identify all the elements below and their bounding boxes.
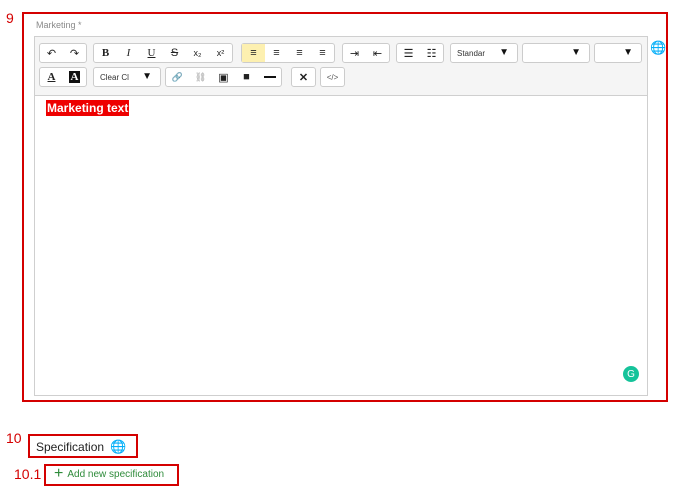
- underline-button[interactable]: U: [140, 44, 163, 62]
- horizontal-line-button[interactable]: [258, 68, 281, 86]
- bullet-list-button[interactable]: ☰: [397, 44, 420, 62]
- remove-format-button[interactable]: ✕: [292, 68, 315, 86]
- chevron-down-icon: ▼: [571, 47, 581, 58]
- code-icon: </>: [326, 72, 339, 82]
- font-color-button[interactable]: A: [40, 68, 63, 86]
- link-icon: 🔗: [171, 71, 184, 82]
- specification-section: Specification 🌐: [36, 439, 127, 455]
- insert-group: 🔗 ⛓ ▣ ■: [165, 67, 282, 87]
- indent-button[interactable]: ⇥: [343, 44, 366, 62]
- superscript-button[interactable]: x²: [209, 44, 232, 62]
- redo-button[interactable]: ↷: [63, 44, 86, 62]
- paragraph-style-select[interactable]: Standar ▼: [450, 43, 518, 63]
- history-group: ↶ ↷: [39, 43, 87, 63]
- subscript-icon: x₂: [193, 48, 202, 58]
- background-color-button[interactable]: A: [63, 68, 86, 86]
- align-left-icon: ≡: [250, 47, 257, 59]
- bold-button[interactable]: B: [94, 44, 117, 62]
- align-right-button[interactable]: ≡: [288, 44, 311, 62]
- image-icon: ▣: [218, 71, 229, 84]
- specification-label: Specification: [36, 440, 105, 454]
- video-icon: ■: [243, 71, 250, 83]
- chevron-down-icon: ▼: [142, 71, 152, 82]
- align-right-icon: ≡: [296, 47, 303, 59]
- align-justify-icon: ≡: [319, 47, 326, 59]
- align-center-icon: ≡: [273, 47, 280, 59]
- undo-icon: ↶: [46, 47, 57, 60]
- subscript-button[interactable]: x₂: [186, 44, 209, 62]
- annotation-number-10: 10: [6, 430, 22, 446]
- unlink-button[interactable]: ⛓: [189, 68, 212, 86]
- code-view-button[interactable]: </>: [321, 68, 344, 86]
- globe-icon[interactable]: 🌐: [650, 40, 666, 56]
- add-new-specification-link[interactable]: + Add new specification: [54, 465, 165, 482]
- editor-toolbar: ↶ ↷ B I U S x₂ x² ≡ ≡ ≡ ≡ ⇥ ⇤ ☰ ☷ Standa…: [35, 37, 647, 96]
- paragraph-style-value: Standar: [457, 48, 486, 58]
- marketing-label: Marketing *: [36, 20, 82, 30]
- grammarly-icon[interactable]: G: [623, 366, 639, 382]
- indent-group: ⇥ ⇤: [342, 43, 390, 63]
- marketing-rich-text-editor: ↶ ↷ B I U S x₂ x² ≡ ≡ ≡ ≡ ⇥ ⇤ ☰ ☷ Standa…: [34, 36, 648, 396]
- numbered-list-icon: ☷: [426, 47, 437, 60]
- plus-icon: +: [54, 465, 64, 482]
- outdent-button[interactable]: ⇤: [366, 44, 389, 62]
- video-button[interactable]: ■: [235, 68, 258, 86]
- list-group: ☰ ☷: [396, 43, 444, 63]
- chevron-down-icon: ▼: [499, 47, 509, 58]
- annotation-number-10-1: 10.1: [14, 466, 42, 482]
- italic-icon: I: [126, 47, 131, 59]
- align-center-button[interactable]: ≡: [265, 44, 288, 62]
- code-view-group: </>: [320, 67, 345, 87]
- horizontal-line-icon: [263, 76, 276, 78]
- outdent-icon: ⇤: [372, 47, 383, 60]
- font-family-select[interactable]: ▼: [522, 43, 590, 63]
- color-group: A A: [39, 67, 87, 87]
- undo-button[interactable]: ↶: [40, 44, 63, 62]
- underline-icon: U: [147, 47, 156, 59]
- font-color-icon: A: [47, 71, 56, 83]
- align-left-button[interactable]: ≡: [242, 44, 265, 62]
- add-new-specification-label: Add new specification: [67, 468, 165, 480]
- numbered-list-button[interactable]: ☷: [420, 44, 443, 62]
- strikethrough-button[interactable]: S: [163, 44, 186, 62]
- strikethrough-icon: S: [170, 47, 179, 59]
- editor-content-area[interactable]: Marketing text G: [35, 96, 647, 395]
- marketing-text-content: Marketing text: [46, 100, 130, 116]
- annotation-number-9: 9: [6, 10, 14, 26]
- align-justify-button[interactable]: ≡: [311, 44, 334, 62]
- format-group: B I U S x₂ x²: [93, 43, 233, 63]
- bold-icon: B: [101, 47, 110, 59]
- remove-format-group: ✕: [291, 67, 316, 87]
- clear-select[interactable]: Clear Cl ▼: [93, 67, 161, 87]
- background-color-icon: A: [68, 71, 81, 83]
- unlink-icon: ⛓: [194, 71, 207, 82]
- redo-icon: ↷: [69, 47, 80, 60]
- font-size-select[interactable]: ▼: [594, 43, 642, 63]
- align-group: ≡ ≡ ≡ ≡: [241, 43, 335, 63]
- clear-value: Clear Cl: [100, 72, 129, 82]
- indent-icon: ⇥: [349, 47, 360, 60]
- remove-format-icon: ✕: [298, 71, 309, 84]
- image-button[interactable]: ▣: [212, 68, 235, 86]
- superscript-icon: x²: [216, 48, 225, 58]
- italic-button[interactable]: I: [117, 44, 140, 62]
- bullet-list-icon: ☰: [403, 47, 414, 60]
- chevron-down-icon: ▼: [623, 47, 633, 58]
- link-button[interactable]: 🔗: [166, 68, 189, 86]
- globe-icon[interactable]: 🌐: [110, 439, 126, 454]
